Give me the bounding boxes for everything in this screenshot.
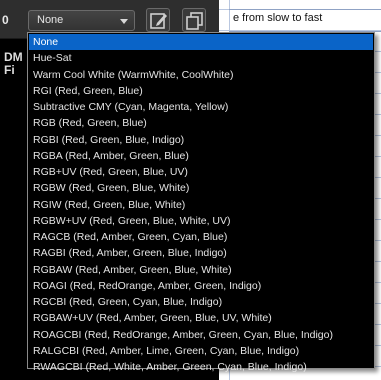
dropdown-option[interactable]: RGCBI (Red, Green, Cyan, Blue, Indigo) xyxy=(29,294,373,310)
dropdown-option[interactable]: RGBAW (Red, Amber, Green, Blue, White) xyxy=(29,262,373,278)
dropdown-option[interactable]: ROAGCBI (Red, RedOrange, Amber, Green, C… xyxy=(29,327,373,343)
toolbar-value: 0 xyxy=(2,13,9,27)
sheet-row-line xyxy=(229,9,381,10)
dropdown-option[interactable]: Subtractive CMY (Cyan, Magenta, Yellow) xyxy=(29,99,373,115)
copy-button[interactable] xyxy=(182,8,206,32)
dropdown-option[interactable]: RALGCBI (Red, Amber, Lime, Green, Cyan, … xyxy=(29,343,373,359)
section-title: DM Fi xyxy=(4,51,23,77)
dropdown-option[interactable]: RGBI (Red, Green, Blue, Indigo) xyxy=(29,132,373,148)
color-mode-dropdown-list[interactable]: None Hue-Sat Warm Cool White (WarmWhite, C… xyxy=(27,32,375,373)
dropdown-option[interactable]: ROAGI (Red, RedOrange, Amber, Green, Ind… xyxy=(29,278,373,294)
dropdown-option[interactable]: RGBW (Red, Green, Blue, White) xyxy=(29,180,373,196)
color-mode-select-value: None xyxy=(37,14,64,26)
dropdown-option[interactable]: RGBW+UV (Red, Green, Blue, White, UV) xyxy=(29,213,373,229)
color-mode-select[interactable]: None xyxy=(28,10,135,31)
sheet-cell[interactable]: e from slow to fast xyxy=(233,12,322,24)
dropdown-option[interactable]: RGBAW+UV (Red, Amber, Green, Blue, UV, W… xyxy=(29,310,373,326)
dropdown-option[interactable]: Warm Cool White (WarmWhite, CoolWhite) xyxy=(29,67,373,83)
dropdown-option[interactable]: RGB (Red, Green, Blue) xyxy=(29,115,373,131)
chevron-down-icon xyxy=(120,19,128,24)
section-title-line: Fi xyxy=(4,63,15,77)
dropdown-option[interactable]: Hue-Sat xyxy=(29,50,373,66)
dropdown-option[interactable]: None xyxy=(29,34,373,51)
dropdown-option[interactable]: RAGBI (Red, Amber, Green, Blue, Indigo) xyxy=(29,245,373,261)
dropdown-option[interactable]: RGI (Red, Green, Blue) xyxy=(29,83,373,99)
dropdown-option[interactable]: RGIW (Red, Green, Blue, White) xyxy=(29,197,373,213)
dropdown-option[interactable]: RGB+UV (Red, Green, Blue, UV) xyxy=(29,164,373,180)
edit-button[interactable] xyxy=(146,8,170,32)
dropdown-option[interactable]: RAGCB (Red, Amber, Green, Cyan, Blue) xyxy=(29,229,373,245)
dropdown-option[interactable]: RGBA (Red, Amber, Green, Blue) xyxy=(29,148,373,164)
app-window: e from slow to fast 0 None DM Fi None Hu… xyxy=(0,0,381,380)
dropdown-option[interactable]: RWAGCBI (Red, White, Amber, Green, Cyan,… xyxy=(29,359,373,375)
